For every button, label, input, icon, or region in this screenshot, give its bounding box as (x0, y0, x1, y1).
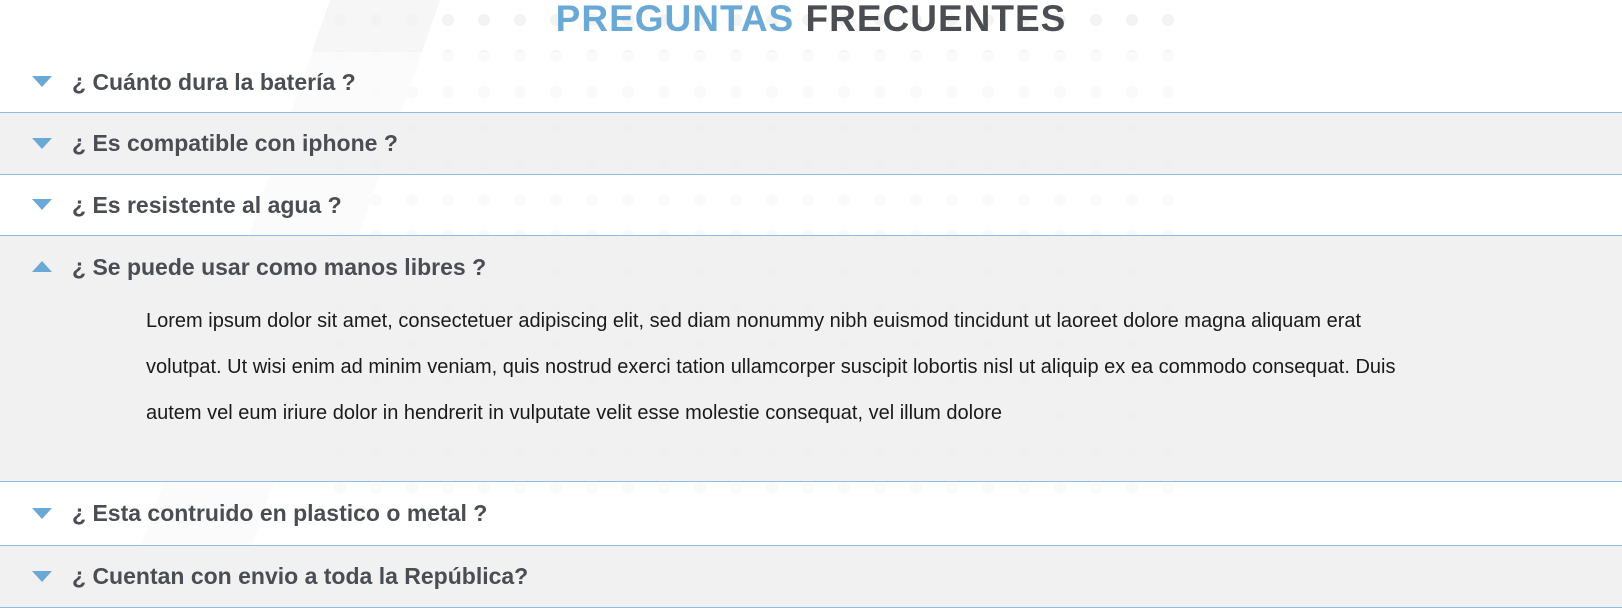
faq-question: ¿ Es resistente al agua ? (72, 191, 342, 218)
faq-item: ¿ Esta contruido en plastico o metal ? (0, 482, 1622, 546)
faq-question: ¿ Se puede usar como manos libres ? (72, 253, 487, 280)
faq-item: ¿ Cuentan con envio a toda la República? (0, 546, 1622, 608)
faq-page: PREGUNTAS FRECUENTES ¿ Cuánto dura la ba… (0, 0, 1622, 608)
faq-answer: Lorem ipsum dolor sit amet, consectetuer… (146, 310, 1396, 424)
faq-accordion: ¿ Cuánto dura la batería ? ¿ Es compatib… (0, 52, 1622, 608)
caret-down-icon (0, 76, 60, 88)
faq-question-toggle[interactable]: ¿ Es compatible con iphone ? (0, 113, 1622, 174)
page-title: PREGUNTAS FRECUENTES (0, 0, 1622, 37)
faq-item: ¿ Es resistente al agua ? (0, 175, 1622, 236)
faq-item: ¿ Cuánto dura la batería ? (0, 52, 1622, 113)
caret-down-icon (0, 507, 60, 520)
caret-down-icon (0, 199, 60, 211)
faq-question-toggle[interactable]: ¿ Cuánto dura la batería ? (0, 52, 1622, 112)
faq-question-toggle[interactable]: ¿ Esta contruido en plastico o metal ? (0, 482, 1622, 545)
faq-question: ¿ Esta contruido en plastico o metal ? (72, 500, 488, 526)
faq-item: ¿ Es compatible con iphone ? (0, 113, 1622, 175)
faq-question: ¿ Cuánto dura la batería ? (72, 68, 356, 95)
faq-item-expanded: ¿ Se puede usar como manos libres ? Lore… (0, 236, 1622, 482)
faq-question-toggle[interactable]: ¿ Se puede usar como manos libres ? (0, 236, 1622, 298)
title-accent-word: PREGUNTAS (555, 0, 795, 39)
caret-down-icon (0, 570, 60, 583)
faq-question-toggle[interactable]: ¿ Es resistente al agua ? (0, 175, 1622, 235)
caret-down-icon (0, 137, 60, 150)
faq-question-toggle[interactable]: ¿ Cuentan con envio a toda la República? (0, 546, 1622, 607)
faq-question: ¿ Cuentan con envio a toda la República? (72, 563, 529, 589)
title-main-word: FRECUENTES (805, 0, 1067, 39)
faq-question: ¿ Es compatible con iphone ? (72, 130, 398, 156)
caret-up-icon (0, 261, 60, 273)
